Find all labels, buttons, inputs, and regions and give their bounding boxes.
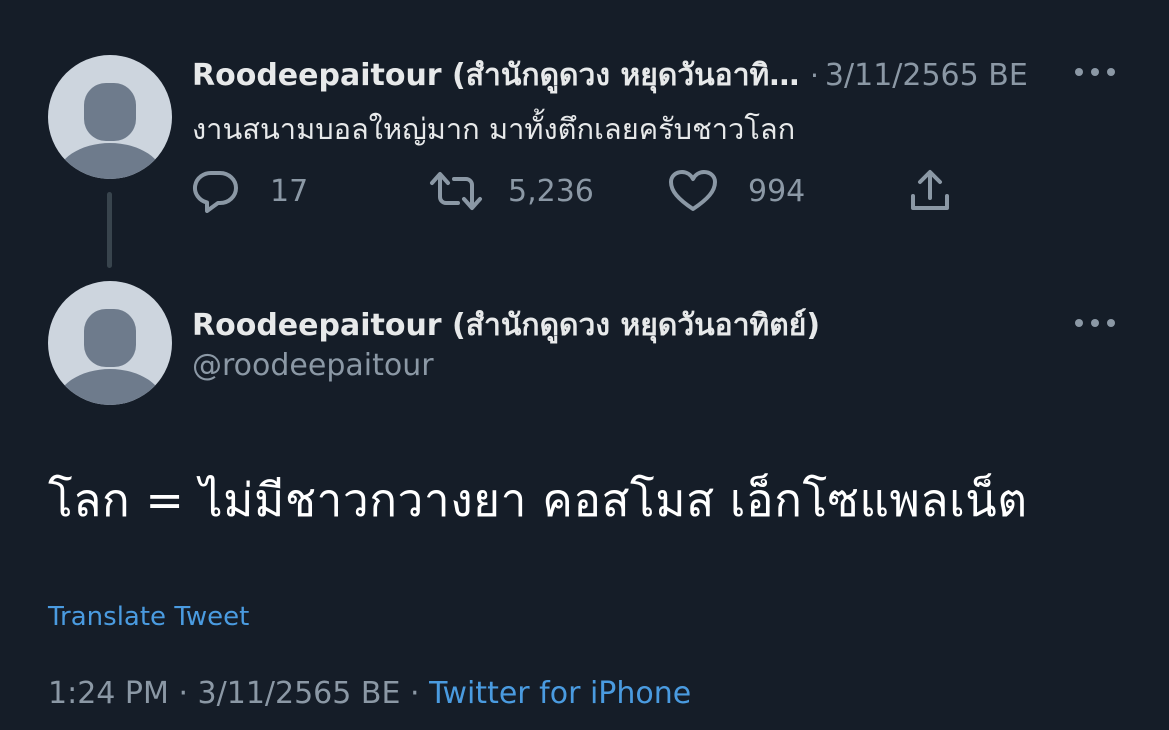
main-handle[interactable]: @roodeepaitour bbox=[192, 348, 434, 383]
main-display-name[interactable]: Roodeepaitour (สำนักดูดวง หยุดวันอาทิตย์… bbox=[192, 302, 820, 349]
tweet-date[interactable]: 3/11/2565 BE bbox=[198, 676, 401, 711]
like-count: 994 bbox=[748, 173, 806, 209]
reply-button[interactable]: 17 bbox=[192, 169, 428, 213]
reply-avatar[interactable] bbox=[48, 55, 172, 179]
meta-separator: · bbox=[409, 676, 420, 711]
retweet-button[interactable]: 5,236 bbox=[428, 169, 668, 213]
reply-header: Roodeepaitour (สำนักดูดวง หยุดวันอาทิตย์… bbox=[192, 52, 1028, 93]
reply-date[interactable]: 3/11/2565 BE bbox=[825, 58, 1028, 93]
thread-connector-line bbox=[107, 192, 112, 268]
reply-text: งานสนามบอลใหญ่มาก มาทั้งตึกเลยครับชาวโลก bbox=[192, 112, 796, 146]
reply-separator: · bbox=[810, 59, 819, 92]
tweet-metadata: 1:24 PM · 3/11/2565 BE · Twitter for iPh… bbox=[48, 676, 691, 711]
tweet-source-link[interactable]: Twitter for iPhone bbox=[429, 676, 691, 711]
translate-tweet-link[interactable]: Translate Tweet bbox=[48, 602, 249, 632]
main-more-button[interactable] bbox=[1072, 313, 1118, 337]
retweet-count: 5,236 bbox=[508, 173, 594, 209]
tweet-time[interactable]: 1:24 PM bbox=[48, 676, 169, 711]
reply-count: 17 bbox=[270, 173, 309, 209]
main-tweet-text: โลก = ไม่มีชาวกวางยา คอสโมส เอ็กโซแพลเน็… bbox=[48, 473, 1028, 527]
main-avatar[interactable] bbox=[48, 281, 172, 405]
like-button[interactable]: 994 bbox=[668, 169, 908, 213]
default-profile-icon bbox=[56, 309, 164, 405]
reply-more-button[interactable] bbox=[1072, 62, 1118, 86]
share-button[interactable] bbox=[908, 168, 952, 214]
share-icon bbox=[911, 170, 949, 210]
retweet-icon bbox=[430, 172, 482, 210]
default-profile-icon bbox=[56, 83, 164, 179]
reply-display-name[interactable]: Roodeepaitour (สำนักดูดวง หยุดวันอาทิตย์… bbox=[192, 52, 800, 99]
speech-bubble-icon bbox=[192, 170, 238, 213]
reply-action-bar: 17 5,236 994 bbox=[192, 166, 952, 216]
more-dots-icon bbox=[1075, 319, 1115, 327]
heart-icon bbox=[669, 170, 717, 211]
more-dots-icon bbox=[1075, 68, 1115, 76]
meta-separator: · bbox=[178, 676, 188, 711]
